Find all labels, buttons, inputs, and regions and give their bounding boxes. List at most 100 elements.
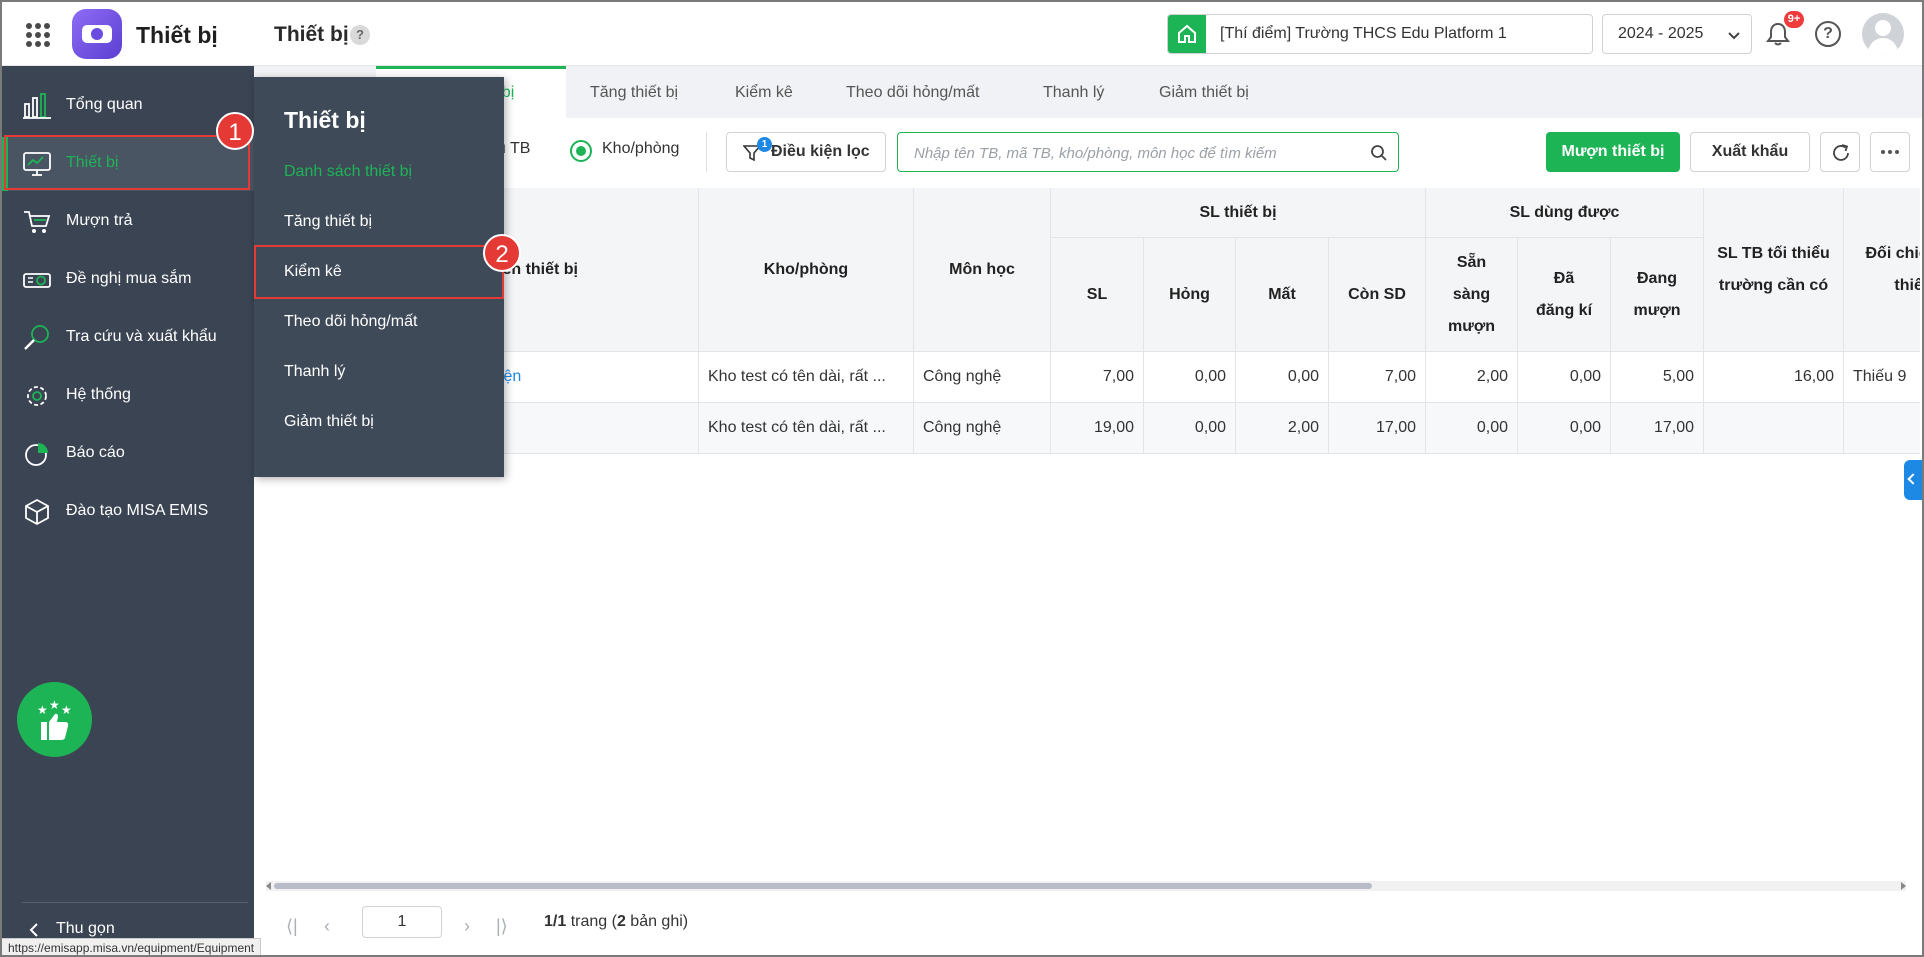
flyout-item-damage-tracking[interactable]: Theo dõi hỏng/mất <box>284 313 417 331</box>
page-help-icon[interactable]: ? <box>350 25 370 45</box>
gear-icon <box>27 386 47 406</box>
school-year-select[interactable]: 2024 - 2025 <box>1602 14 1752 54</box>
flyout-title: Thiết bị <box>284 107 366 133</box>
school-name: [Thí điểm] Trường THCS Edu Platform 1 <box>1220 25 1507 42</box>
tab-bar: ết bị Tăng thiết bị Kiểm kê Theo dõi hỏn… <box>254 66 1922 118</box>
tab-damage-tracking[interactable]: Theo dõi hỏng/mất <box>846 84 979 102</box>
more-dots-icon <box>1879 150 1901 154</box>
app-window: Thiết bị Thiết bị ? [Thí điểm] Trường TH… <box>0 0 1924 957</box>
radio-room-selected[interactable] <box>570 140 592 162</box>
cell-compare: Thiếu 9 <box>1844 352 1920 403</box>
tab-add-equipment[interactable]: Tăng thiết bị <box>590 84 678 102</box>
svg-text:★: ★ <box>49 698 60 712</box>
flyout-item-add-equipment[interactable]: Tăng thiết bị <box>284 213 372 231</box>
sidebar-item-search-export[interactable]: Tra cứu và xuất khẩu <box>2 311 254 365</box>
page-number-input[interactable]: 1 <box>362 906 442 938</box>
tab-liquidation[interactable]: Thanh lý <box>1043 84 1104 102</box>
step-badge-1: 1 <box>216 112 254 150</box>
header-subject[interactable]: Môn học <box>914 188 1051 352</box>
filter-conditions-button[interactable]: 1 Điều kiện lọc <box>726 132 886 172</box>
cell-lost: 2,00 <box>1236 403 1329 454</box>
school-home-icon <box>1168 15 1206 53</box>
sidebar-item-borrow[interactable]: Mượn trả <box>2 195 254 249</box>
header-group-quantity: SL thiết bị <box>1051 188 1426 238</box>
more-options-button[interactable] <box>1870 132 1910 172</box>
page-info: 1/1 trang (2 bản ghi) <box>544 913 689 930</box>
scroll-right-arrow-icon[interactable] <box>1901 882 1906 890</box>
sidebar-item-purchase-request[interactable]: Đề nghị mua sắm <box>2 253 254 307</box>
borrow-equipment-button[interactable]: Mượn thiết bị <box>1546 132 1680 172</box>
page-title: Thiết bị <box>274 23 349 46</box>
filter-label: Điều kiện lọc <box>771 143 870 160</box>
header-min-required[interactable]: SL TB tối thiểu trường cần có <box>1704 188 1844 352</box>
sidebar-item-training[interactable]: Đào tạo MISA EMIS <box>2 485 254 539</box>
cell-borrowing: 17,00 <box>1611 403 1704 454</box>
header-damaged[interactable]: Hỏng <box>1144 238 1236 352</box>
cell-in-use: 7,00 <box>1329 352 1426 403</box>
avatar[interactable] <box>1862 13 1904 55</box>
cell-in-use: 17,00 <box>1329 403 1426 454</box>
cell-min-required <box>1704 403 1844 454</box>
radio-room-label[interactable]: Kho/phòng <box>602 140 679 158</box>
svg-text:★: ★ <box>37 703 48 717</box>
refresh-button[interactable] <box>1820 132 1860 172</box>
header-sl[interactable]: SL <box>1051 238 1144 352</box>
export-button[interactable]: Xuất khẩu <box>1690 132 1810 172</box>
projector-icon <box>23 273 51 288</box>
cell-subject: Công nghệ <box>914 352 1051 403</box>
cell-room: Kho test có tên dài, rất ... <box>699 403 914 454</box>
header-compare-minimum[interactable]: Đối chiếu tối thiểu <box>1844 188 1920 352</box>
collapse-label: Thu gọn <box>56 920 115 937</box>
search-input[interactable] <box>914 142 1354 164</box>
school-selector[interactable]: [Thí điểm] Trường THCS Edu Platform 1 <box>1167 14 1593 54</box>
active-tab-indicator <box>376 66 566 69</box>
header-ready-to-borrow[interactable]: Sẵn sàng mượn <box>1426 238 1518 352</box>
horizontal-scrollbar[interactable] <box>266 881 1906 891</box>
magnifier-icon <box>24 325 49 350</box>
cell-sl: 7,00 <box>1051 352 1144 403</box>
sidebar-item-reports[interactable]: Báo cáo <box>2 427 254 481</box>
feedback-thumbs-up-button[interactable]: ★ ★ ★ <box>17 682 92 757</box>
highlight-box-equipment <box>4 135 250 190</box>
header-room[interactable]: Kho/phòng <box>699 188 914 352</box>
header-borrowing[interactable]: Đang mượn <box>1611 238 1704 352</box>
refresh-icon <box>1833 144 1849 161</box>
help-icon[interactable]: ? <box>1815 21 1841 47</box>
sidebar: Tổng quan Thiết bị Mượn trả Đề nghị mua … <box>2 66 254 955</box>
prev-page-icon[interactable]: ‹ <box>324 916 330 937</box>
sidebar-item-label: Tổng quan <box>66 96 143 113</box>
cell-registered: 0,00 <box>1518 352 1611 403</box>
first-page-icon[interactable]: ⟨| <box>286 916 298 937</box>
flyout-item-liquidation[interactable]: Thanh lý <box>284 363 345 381</box>
equipment-table: Tên thiết bị Kho/phòng Môn học SL thiết … <box>264 188 1920 878</box>
sidebar-item-system[interactable]: Hệ thống <box>2 369 254 423</box>
app-grid-icon[interactable] <box>26 23 50 47</box>
sidebar-item-label: Báo cáo <box>66 444 125 461</box>
pagination: ⟨| ‹ 1 › |⟩ 1/1 trang (2 bản ghi) <box>274 906 1074 946</box>
next-page-icon[interactable]: › <box>464 916 470 937</box>
sidebar-item-label: Đào tạo MISA EMIS <box>66 502 209 519</box>
last-page-icon[interactable]: |⟩ <box>496 916 508 937</box>
svg-text:★: ★ <box>61 703 72 717</box>
cell-borrowing: 5,00 <box>1611 352 1704 403</box>
highlight-box-inventory <box>254 245 504 299</box>
header-registered[interactable]: Đã đăng kí <box>1518 238 1611 352</box>
step-badge-2: 2 <box>483 234 521 272</box>
notification-badge: 9+ <box>1784 11 1804 28</box>
right-panel-toggle[interactable] <box>1904 460 1922 500</box>
scroll-left-arrow-icon[interactable] <box>266 882 271 890</box>
header-lost[interactable]: Mất <box>1236 238 1329 352</box>
cell-min-required: 16,00 <box>1704 352 1844 403</box>
cube-icon <box>25 498 49 526</box>
scrollbar-thumb[interactable] <box>274 883 1372 889</box>
search-icon[interactable] <box>1370 144 1388 162</box>
tab-reduce-equipment[interactable]: Giảm thiết bị <box>1159 84 1249 102</box>
cell-subject: Công nghệ <box>914 403 1051 454</box>
flyout-item-equipment-list[interactable]: Danh sách thiết bị <box>284 163 412 181</box>
filter-count-badge: 1 <box>757 137 772 152</box>
tab-inventory[interactable]: Kiểm kê <box>735 84 793 102</box>
flyout-item-reduce-equipment[interactable]: Giảm thiết bị <box>284 413 374 431</box>
cell-room: Kho test có tên dài, rất ... <box>699 352 914 403</box>
cell-damaged: 0,00 <box>1144 403 1236 454</box>
header-in-use[interactable]: Còn SD <box>1329 238 1426 352</box>
